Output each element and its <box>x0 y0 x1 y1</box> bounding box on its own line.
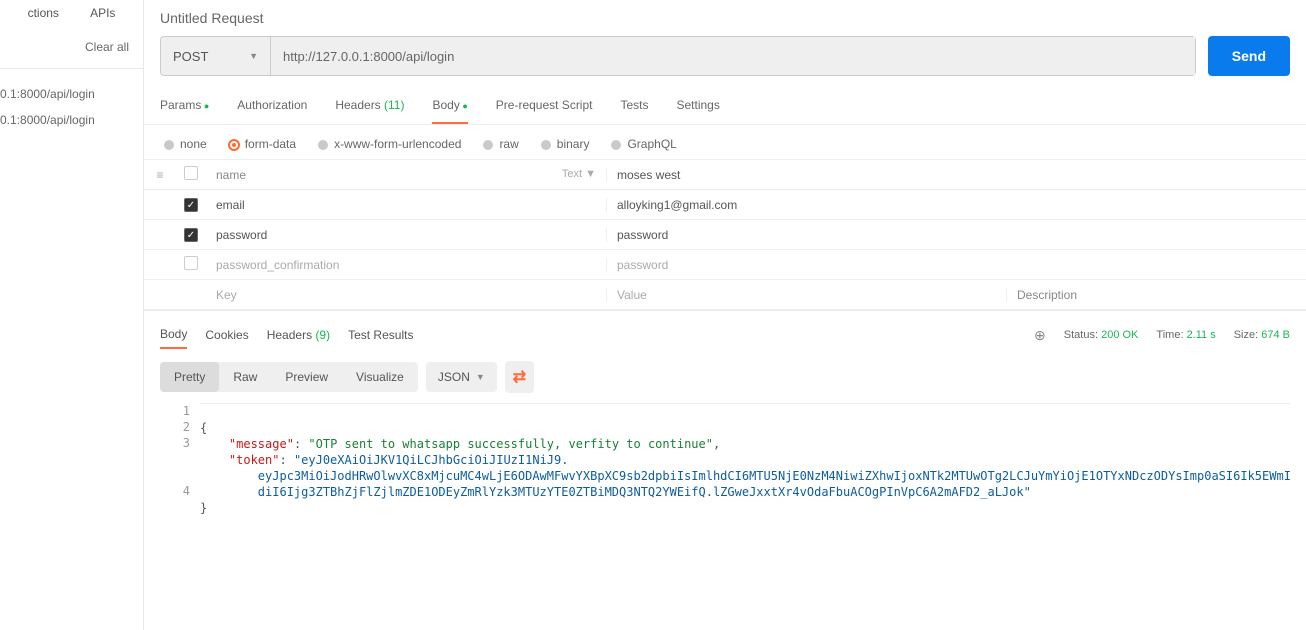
send-button[interactable]: Send <box>1208 36 1290 76</box>
kv-key[interactable]: email <box>206 198 606 212</box>
size-block: Size: 674 B <box>1234 329 1290 341</box>
resp-tab-headers[interactable]: Headers (9) <box>267 322 330 348</box>
resp-tab-cookies[interactable]: Cookies <box>205 322 248 348</box>
row-checkbox[interactable]: ✓ <box>184 228 198 242</box>
kv-row: password_confirmation password <box>144 250 1306 280</box>
status-block: Status: 200 OK <box>1064 329 1139 341</box>
tab-body[interactable]: Body <box>432 90 467 124</box>
kv-value[interactable]: alloyking1@gmail.com <box>606 198 1006 212</box>
kv-row-new[interactable]: Key Value Description <box>144 280 1306 310</box>
line-gutter: 123 4 <box>160 403 200 532</box>
tab-prerequest[interactable]: Pre-request Script <box>496 90 593 124</box>
tab-tests[interactable]: Tests <box>620 90 648 124</box>
kv-row: ✓ password password <box>144 220 1306 250</box>
code-content: { "message": "OTP sent to whatsapp succe… <box>200 403 1290 532</box>
method-select[interactable]: POST ▼ <box>161 37 271 75</box>
kv-key[interactable]: password <box>206 228 606 242</box>
language-select[interactable]: JSON ▼ <box>426 362 497 392</box>
view-raw[interactable]: Raw <box>219 362 271 392</box>
body-type-urlencoded[interactable]: x-www-form-urlencoded <box>318 137 461 151</box>
header-key: name <box>216 168 246 182</box>
kv-value[interactable]: password <box>606 258 1006 272</box>
globe-icon[interactable]: ⊕ <box>1034 327 1046 344</box>
tab-settings[interactable]: Settings <box>677 90 720 124</box>
body-type-raw[interactable]: raw <box>483 137 518 151</box>
kv-value-placeholder[interactable]: Value <box>606 288 1006 302</box>
history-item[interactable]: 0.1:8000/api/login <box>0 81 143 107</box>
kv-desc-placeholder[interactable]: Description <box>1006 288 1306 302</box>
kv-value[interactable]: password <box>606 228 1006 242</box>
sidebar: ctions APIs Clear all 0.1:8000/api/login… <box>0 0 144 630</box>
sidebar-tab-collections[interactable]: ctions <box>28 0 59 26</box>
wrap-lines-icon[interactable]: ⇄ <box>505 361 534 393</box>
tab-authorization[interactable]: Authorization <box>237 90 307 124</box>
select-all-checkbox[interactable] <box>184 166 198 180</box>
time-block: Time: 2.11 s <box>1156 329 1215 341</box>
url-input[interactable] <box>271 37 1195 75</box>
request-title: Untitled Request <box>160 10 1290 26</box>
row-checkbox[interactable]: ✓ <box>184 198 198 212</box>
row-checkbox[interactable] <box>184 256 198 270</box>
view-visualize[interactable]: Visualize <box>342 362 418 392</box>
tab-headers[interactable]: Headers (11) <box>335 90 404 124</box>
body-type-graphql[interactable]: GraphQL <box>611 137 676 151</box>
kv-row: ✓ email alloyking1@gmail.com <box>144 190 1306 220</box>
chevron-down-icon: ▼ <box>249 51 258 61</box>
history-item[interactable]: 0.1:8000/api/login <box>0 107 143 133</box>
clear-all[interactable]: Clear all <box>0 34 143 58</box>
method-label: POST <box>173 49 208 64</box>
drag-icon: ≡ <box>144 168 176 182</box>
resp-tab-body[interactable]: Body <box>160 321 187 349</box>
header-value: moses west <box>606 168 1006 182</box>
body-type-formdata[interactable]: form-data <box>229 137 296 151</box>
chevron-down-icon: ▼ <box>476 372 485 382</box>
response-body[interactable]: 123 4 { "message": "OTP sent to whatsapp… <box>144 399 1306 532</box>
kv-key-placeholder[interactable]: Key <box>206 288 606 302</box>
sidebar-tab-apis[interactable]: APIs <box>90 0 115 26</box>
view-pretty[interactable]: Pretty <box>160 362 219 392</box>
kv-key[interactable]: password_confirmation <box>206 258 606 272</box>
body-type-binary[interactable]: binary <box>541 137 590 151</box>
tab-params[interactable]: Params <box>160 90 209 124</box>
key-type-select[interactable]: Text ▼ <box>562 168 596 182</box>
resp-tab-tests[interactable]: Test Results <box>348 322 413 348</box>
view-preview[interactable]: Preview <box>271 362 342 392</box>
body-type-none[interactable]: none <box>164 137 207 151</box>
